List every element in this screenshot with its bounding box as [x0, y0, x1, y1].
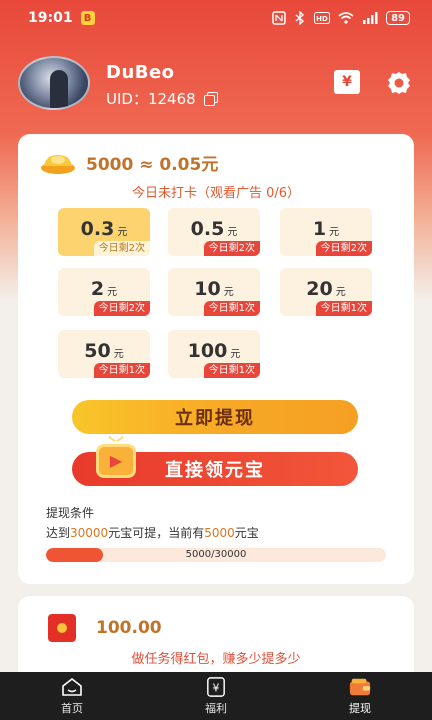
progress-bar: 5000/30000: [46, 548, 386, 562]
tab-withdraw[interactable]: 提现: [310, 677, 410, 716]
amount-value: 100 元: [187, 340, 241, 362]
amount-value: 50 元: [84, 340, 124, 362]
amount-value: 10 元: [194, 278, 234, 300]
tab-home[interactable]: 首页: [22, 677, 122, 716]
home-icon: [62, 677, 82, 696]
tab-welfare[interactable]: ¥ 福利: [166, 676, 266, 716]
username: DuBeo: [106, 62, 175, 83]
wallet-tab-icon: [349, 678, 371, 695]
remaining-badge: 今日剩1次: [203, 301, 260, 316]
status-bar: 19:01 B HD 89: [0, 0, 432, 36]
red-packet-icon: [48, 614, 76, 642]
remaining-badge: 今日剩1次: [203, 363, 260, 378]
progress-text: 5000/30000: [185, 549, 247, 560]
uid-text: UID：12468: [106, 90, 196, 108]
remaining-badge: 今日剩2次: [203, 241, 260, 256]
amount-value: 0.5 元: [190, 218, 238, 240]
gear-icon[interactable]: [386, 70, 412, 96]
hd-icon: HD: [314, 12, 331, 24]
uid-row: UID：12468: [106, 88, 218, 109]
bottom-tab-bar: 首页 ¥ 福利 提现: [0, 672, 432, 720]
amount-value: 1元: [312, 218, 340, 240]
amount-option[interactable]: 1 元今日剩2次: [280, 208, 372, 256]
tab-welfare-label: 福利: [205, 701, 227, 715]
condition-title: 提现条件: [46, 506, 95, 520]
red-packet-description: 做任务得红包，赚多少提多少: [131, 652, 301, 667]
svg-text:¥: ¥: [213, 681, 220, 694]
exchange-rate: 5000 ≈ 0.05元: [86, 155, 219, 175]
amount-option[interactable]: 10 元今日剩1次: [168, 268, 260, 316]
notification-badge: B: [80, 11, 95, 25]
tab-home-label: 首页: [61, 701, 83, 715]
amount-option[interactable]: 100 元今日剩1次: [168, 330, 260, 378]
copy-icon[interactable]: [203, 92, 218, 106]
remaining-badge: 今日剩2次: [93, 301, 150, 316]
video-ad-icon: ▶: [96, 444, 136, 478]
amount-option[interactable]: 50 元今日剩1次: [58, 330, 150, 378]
remaining-badge: 今日剩1次: [315, 301, 372, 316]
nfc-icon: [272, 11, 286, 25]
remaining-badge: 今日剩2次: [315, 241, 372, 256]
gold-ingot-icon: [40, 151, 76, 175]
checkin-status: 今日未打卡（观看广告 0/6）: [131, 186, 301, 201]
amount-option[interactable]: 0.5 元今日剩2次: [168, 208, 260, 256]
red-packet-amount: 100.00: [96, 618, 162, 638]
remaining-badge: 今日剩2次: [93, 241, 150, 256]
amount-option[interactable]: 0.3 元今日剩2次: [58, 208, 150, 256]
wallet-icon[interactable]: ¥: [334, 70, 360, 94]
remaining-badge: 今日剩1次: [93, 363, 150, 378]
amount-option[interactable]: 20 元今日剩1次: [280, 268, 372, 316]
amount-value: 20 元: [306, 278, 346, 300]
wifi-icon: [338, 12, 354, 24]
withdraw-card: 5000 ≈ 0.05元 今日未打卡（观看广告 0/6） 0.3 元今日剩2次 0.…: [18, 134, 414, 584]
condition-description: 达到30000元宝可提，当前有5000元宝: [46, 526, 259, 540]
bluetooth-icon: [295, 11, 305, 25]
svg-text:HD: HD: [316, 15, 328, 23]
amount-option[interactable]: 2 元今日剩2次: [58, 268, 150, 316]
signal-icon: [363, 12, 378, 24]
avatar[interactable]: [18, 56, 90, 110]
amount-value: 0.3 元: [80, 218, 128, 240]
status-time: 19:01: [28, 10, 73, 26]
yen-icon: ¥: [207, 676, 225, 697]
battery-indicator: 89: [386, 11, 410, 25]
amount-value: 2元: [90, 278, 118, 300]
withdraw-now-button[interactable]: 立即提现: [72, 400, 358, 434]
tab-withdraw-label: 提现: [349, 701, 371, 715]
